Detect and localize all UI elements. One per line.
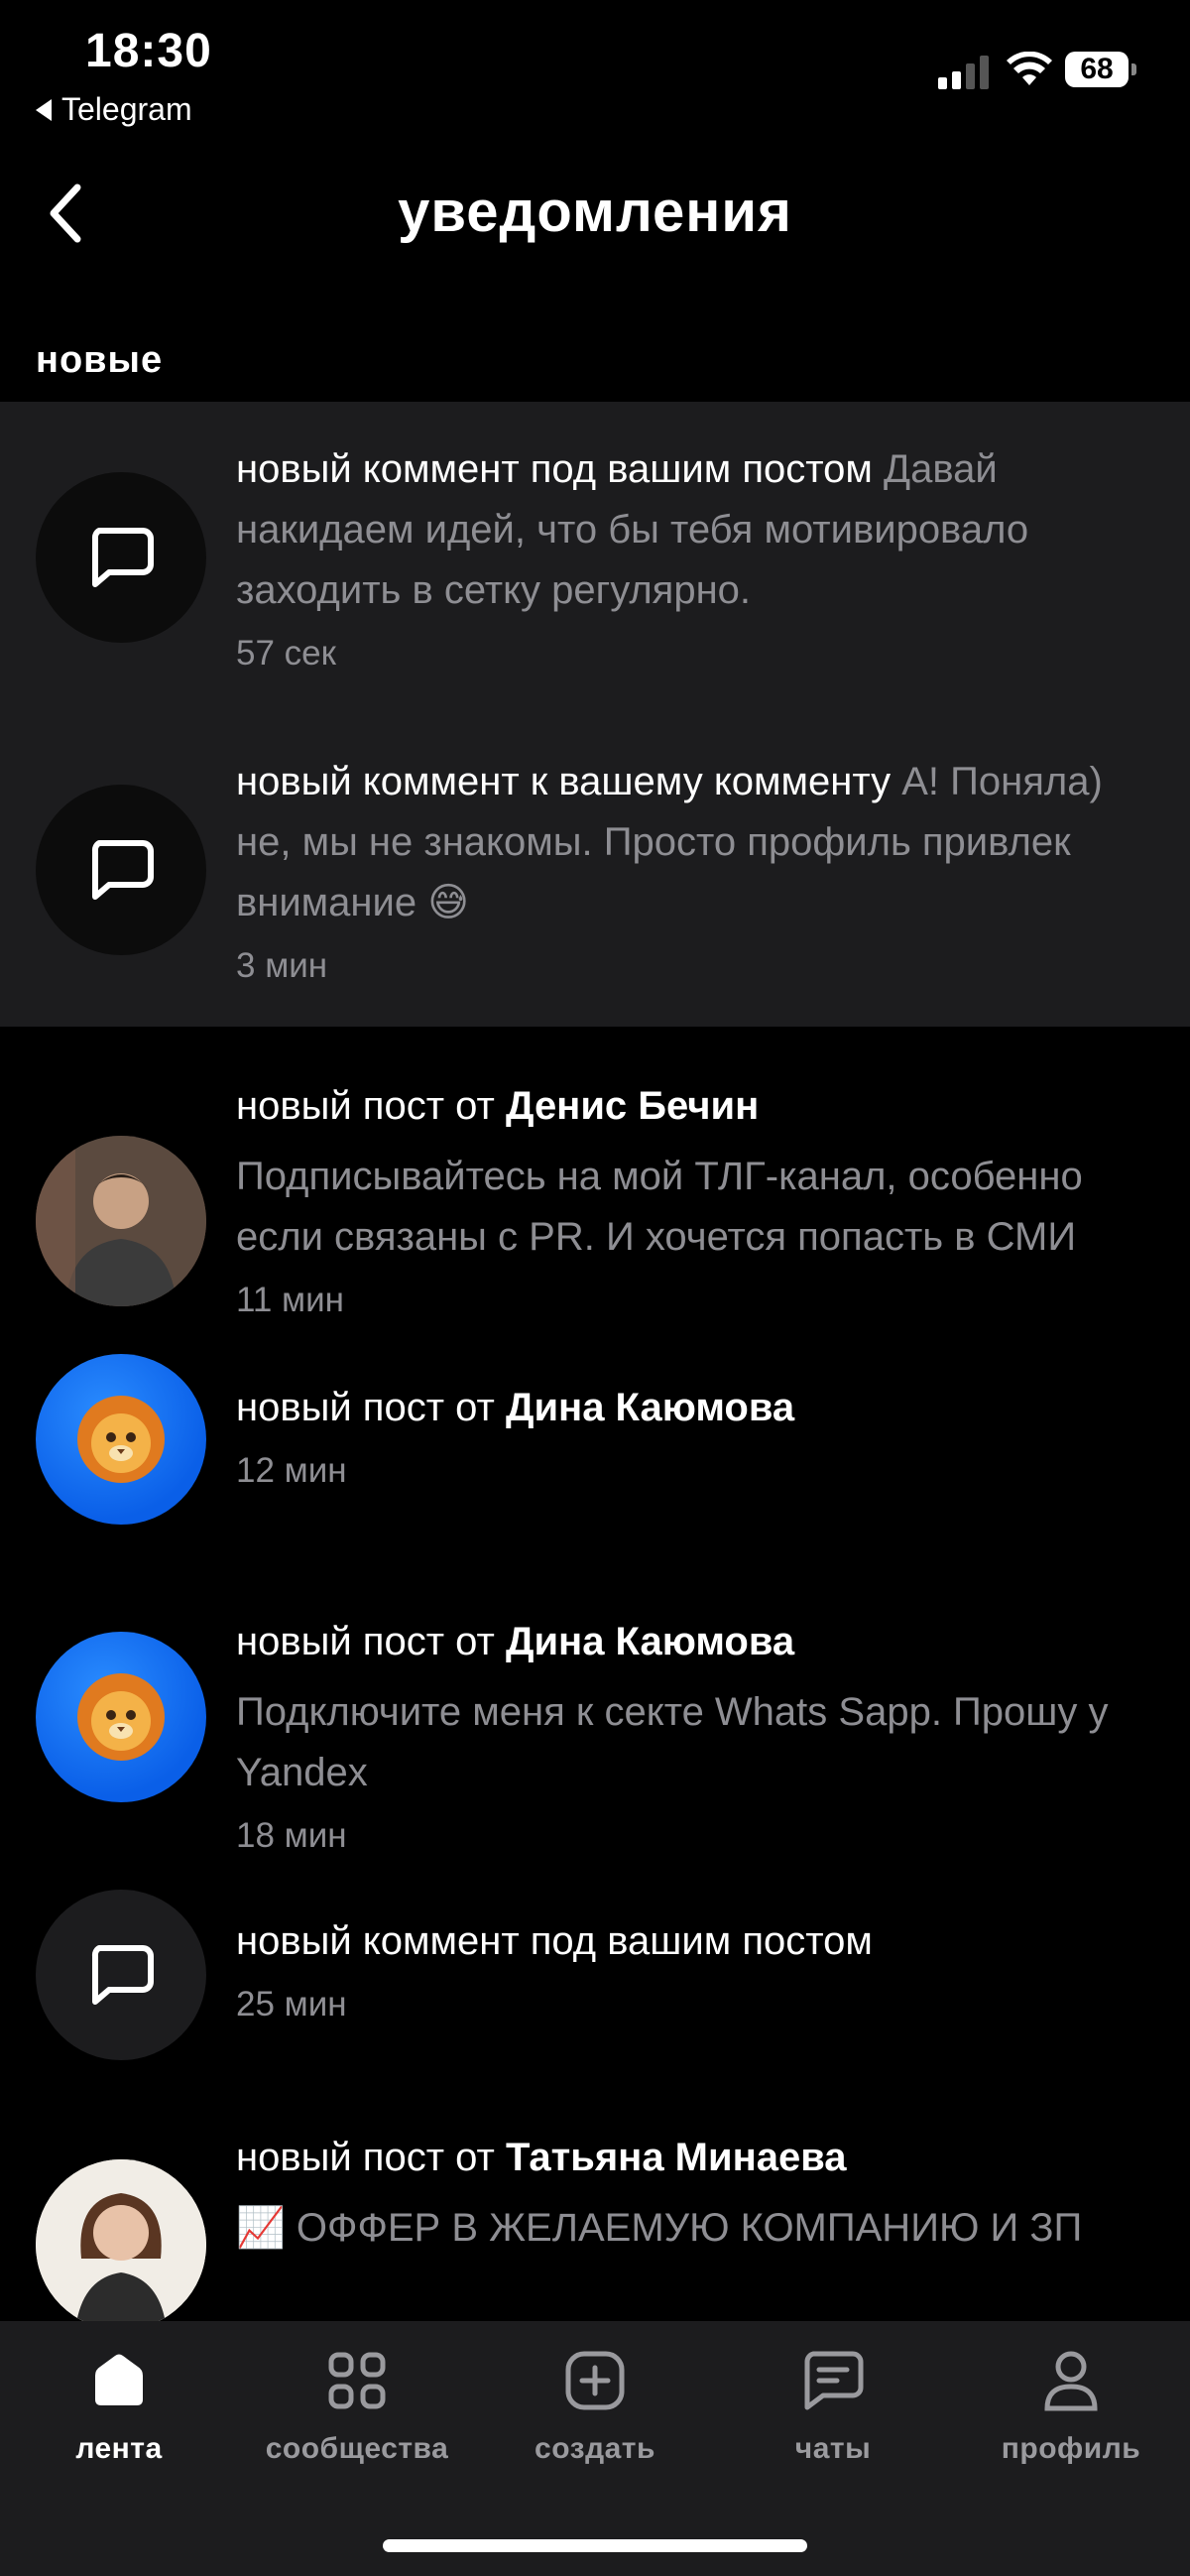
comment-bubble-icon [91,528,154,587]
back-app-label: Telegram [61,91,192,127]
home-icon [87,2349,151,2412]
notification-prefix: новый пост от [236,1620,495,1663]
notification-item[interactable]: новый коммент под вашим постом 25 мин [0,1890,1190,2108]
tab-label: профиль [1001,2432,1141,2465]
notification-prefix: новый пост от [236,2136,495,2179]
person-icon [1039,2349,1103,2412]
notification-text: новый пост от Денис Бечин [236,1076,1158,1137]
user-avatar[interactable] [36,2159,206,2321]
page-title: уведомления [398,180,792,244]
home-indicator[interactable] [383,2539,807,2552]
grid-icon [325,2349,389,2412]
tab-feed[interactable]: лента [0,2349,238,2488]
header: уведомления [0,159,1190,268]
post-preview: Подписывайтесь на мой ТЛГ-канал, особенн… [236,1155,1083,1259]
battery-icon: 68 [1065,52,1136,87]
author-name[interactable]: Дина Каюмова [506,1386,794,1429]
notification-text: новый коммент под вашим постом Давай нак… [236,439,1158,621]
user-photo-icon [36,2159,206,2321]
notification-text: новый коммент к вашему комменту А! Понял… [236,752,1158,933]
notification-item[interactable]: новый коммент к вашему комменту А! Понял… [0,714,1190,1027]
notification-item[interactable]: новый пост от Дина Каюмова 12 мин [0,1354,1190,1572]
notification-time: 11 мин [236,1281,344,1319]
tab-communities[interactable]: сообщества [238,2349,476,2488]
post-preview: Подключите меня к секте Whats Sapp. Прош… [236,1690,1109,1794]
comment-bubble-icon [91,1945,154,2005]
notification-text: новый пост от Дина Каюмова [236,1612,1158,1672]
notification-item[interactable]: новый коммент под вашим постом Давай нак… [0,402,1190,714]
notification-title: новый коммент к вашему комменту [236,760,892,803]
author-name[interactable]: Денис Бечин [506,1084,759,1128]
chat-icon [801,2349,865,2412]
notification-time: 25 мин [236,1985,347,2024]
user-avatar[interactable] [36,1354,206,1525]
tab-label: сообщества [265,2432,449,2465]
notification-prefix: новый пост от [236,1084,495,1128]
notification-text: новый коммент под вашим постом [236,1911,1158,1972]
user-photo-icon [36,1136,206,1306]
notification-time: 3 мин [236,946,328,985]
tab-create[interactable]: создать [476,2349,714,2488]
author-name[interactable]: Татьяна Минаева [506,2136,847,2179]
notification-prefix: новый пост от [236,1386,495,1429]
section-label-new: новые [36,339,164,381]
comment-avatar [36,1890,206,2060]
user-avatar[interactable] [36,1632,206,1802]
tab-chats[interactable]: чаты [714,2349,952,2488]
notification-text: новый пост от Дина Каюмова [236,1378,1158,1438]
back-triangle-icon [36,98,52,121]
notification-title: новый коммент под вашим постом [236,447,873,491]
tab-label: создать [535,2432,655,2465]
post-preview: 📈 ОФФЕР В ЖЕЛАЕМУЮ КОМПАНИЮ И ЗП [236,2206,1083,2250]
comment-avatar [36,472,206,643]
wifi-icon [1007,52,1052,85]
tab-label: лента [75,2432,163,2465]
comment-avatar [36,785,206,955]
notifications-list[interactable]: новый коммент под вашим постом Давай нак… [0,402,1190,2321]
plus-square-icon [563,2349,627,2412]
lion-emoji-icon [77,1396,165,1483]
notification-time: 57 сек [236,634,336,673]
notification-time: 12 мин [236,1451,347,1490]
notification-title: новый коммент под вашим постом [236,1919,873,1963]
tab-label: чаты [794,2432,872,2465]
notification-item[interactable]: новый пост от Дина Каюмова Подключите ме… [0,1572,1190,1890]
author-name[interactable]: Дина Каюмова [506,1620,794,1663]
notification-time: 18 мин [236,1816,347,1855]
notification-text: новый пост от Татьяна Минаева [236,2128,1158,2188]
status-bar: 18:30 Telegram 68 [0,0,1190,139]
tab-profile[interactable]: профиль [952,2349,1190,2488]
notification-item[interactable]: новый пост от Татьяна Минаева 📈 ОФФЕР В … [0,2108,1190,2321]
back-to-telegram[interactable]: Telegram [36,91,192,128]
comment-bubble-icon [91,840,154,900]
cellular-signal-icon [938,50,989,89]
notification-item[interactable]: новый пост от Денис Бечин Подписывайтесь… [0,1027,1190,1354]
tab-bar: лента сообщества создать чаты профиль [0,2321,1190,2576]
lion-emoji-icon [77,1673,165,1761]
status-time: 18:30 [85,25,212,77]
user-avatar[interactable] [36,1136,206,1306]
